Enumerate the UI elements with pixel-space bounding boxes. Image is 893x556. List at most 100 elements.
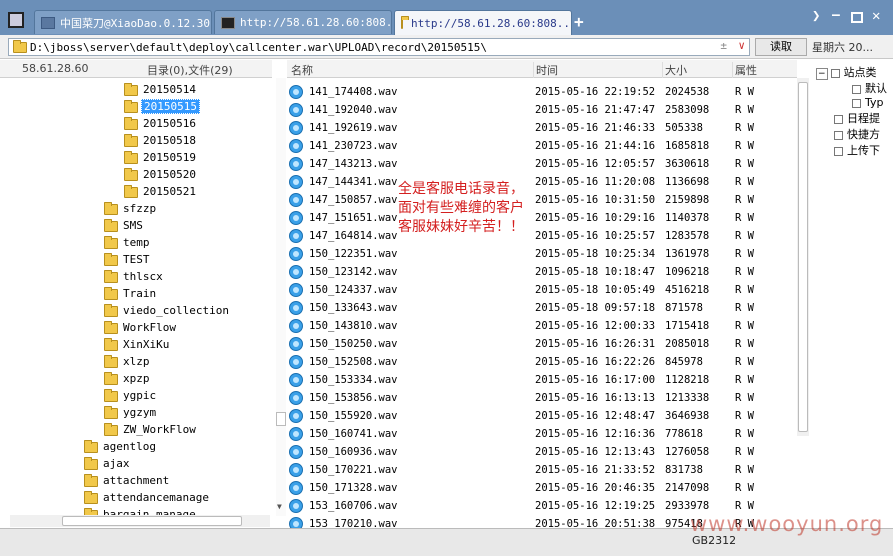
tree-item-label: SMS: [123, 219, 143, 232]
file-row[interactable]: 150_153856.wav 2015-05-16 16:13:13 1213338…: [287, 389, 797, 407]
minimize-icon[interactable]: —: [832, 8, 840, 23]
tab-main[interactable]: 中国菜刀@XiaoDao.0.12.30: [34, 10, 212, 34]
file-attr: R W: [735, 356, 754, 368]
file-row[interactable]: 150_123142.wav 2015-05-18 10:18:47 1096218…: [287, 263, 797, 281]
schedule-item[interactable]: 日程提: [834, 110, 880, 126]
file-size: 505338: [665, 122, 703, 134]
file-list-header: 名称 时间 大小 属性: [287, 60, 797, 78]
file-list-scrollbar[interactable]: [797, 78, 809, 436]
tree-item[interactable]: ygzym: [104, 404, 158, 421]
tree-item[interactable]: SMS: [104, 217, 145, 234]
upload-icon: [834, 146, 843, 156]
upload-item[interactable]: 上传下: [834, 142, 880, 158]
file-row[interactable]: 150_160936.wav 2015-05-16 12:13:43 1276058…: [287, 443, 797, 461]
annotation-line: 客服妹妹好辛苦！！: [398, 219, 524, 235]
file-time: 2015-05-18 09:57:18: [535, 302, 656, 314]
tree-item[interactable]: attachment: [84, 472, 171, 489]
wav-file-icon: [289, 265, 303, 279]
tab-terminal[interactable]: http://58.61.28.60:808...: [214, 10, 392, 34]
tree-scroll-thumb[interactable]: [276, 412, 286, 426]
hscroll-thumb[interactable]: [62, 516, 242, 526]
tree-item[interactable]: 20150516: [124, 115, 198, 132]
tree-item[interactable]: xlzp: [104, 353, 152, 370]
file-row[interactable]: 150_133643.wav 2015-05-18 09:57:18 871578 R…: [287, 299, 797, 317]
checkbox-icon[interactable]: [830, 68, 840, 78]
tree-item-label: ygpic: [123, 389, 157, 402]
tree-item[interactable]: thlscx: [104, 268, 165, 285]
folder-icon: [104, 235, 118, 249]
wav-file-icon: [289, 247, 303, 261]
file-row[interactable]: 141_192040.wav 2015-05-16 21:47:47 2583098…: [287, 101, 797, 119]
path-input[interactable]: D:\jboss\server\default\deploy\callcente…: [8, 38, 750, 56]
tree-item[interactable]: viedo_collection: [104, 302, 231, 319]
tree-item[interactable]: WorkFlow: [104, 319, 178, 336]
tab-filemanager[interactable]: http://58.61.28.60:808...: [394, 10, 572, 35]
file-row[interactable]: 150_152508.wav 2015-05-16 16:22:26 845978 R…: [287, 353, 797, 371]
tree-item[interactable]: Train: [104, 285, 158, 302]
file-row[interactable]: 150_155920.wav 2015-05-16 12:48:47 3646938…: [287, 407, 797, 425]
tree-item[interactable]: xpzp: [104, 370, 152, 387]
chevron-right-icon[interactable]: ❯: [812, 8, 820, 24]
address-bar: D:\jboss\server\default\deploy\callcente…: [0, 35, 893, 59]
folder-icon: [104, 269, 118, 283]
scroll-thumb[interactable]: [798, 82, 808, 432]
tree-item[interactable]: 20150518: [124, 132, 198, 149]
tree-item[interactable]: TEST: [104, 251, 152, 268]
tree-scrollbar[interactable]: ▼: [276, 78, 286, 516]
scroll-down-icon[interactable]: ▼: [277, 502, 282, 511]
tree-item[interactable]: ajax: [84, 455, 132, 472]
file-row[interactable]: 150_143810.wav 2015-05-16 12:00:33 1715418…: [287, 317, 797, 335]
chevron-down-icon[interactable]: ∨: [738, 39, 745, 52]
file-row[interactable]: 150_170221.wav 2015-05-16 21:33:52 831738 R…: [287, 461, 797, 479]
file-row[interactable]: 150_124337.wav 2015-05-18 10:05:49 4516218…: [287, 281, 797, 299]
file-row[interactable]: 150_122351.wav 2015-05-18 10:25:34 1361978…: [287, 245, 797, 263]
file-attr: R W: [735, 194, 754, 206]
maximize-icon[interactable]: [851, 12, 863, 23]
folder-icon: [124, 150, 138, 164]
column-size[interactable]: 大小: [662, 62, 687, 78]
file-row[interactable]: 150_171328.wav 2015-05-16 20:46:35 2147098…: [287, 479, 797, 497]
tree-item[interactable]: sfzzp: [104, 200, 158, 217]
file-row[interactable]: 150_160741.wav 2015-05-16 12:16:36 778618 R…: [287, 425, 797, 443]
tree-item[interactable]: 20150520: [124, 166, 198, 183]
folder-icon: [104, 337, 118, 351]
column-attr[interactable]: 属性: [732, 62, 757, 78]
tree-item[interactable]: ygpic: [104, 387, 158, 404]
file-time: 2015-05-16 11:20:08: [535, 176, 656, 188]
tree-item[interactable]: agentlog: [84, 438, 158, 455]
file-row[interactable]: 141_192619.wav 2015-05-16 21:46:33 505338 R…: [287, 119, 797, 137]
tree-item[interactable]: temp: [104, 234, 152, 251]
default-item[interactable]: 默认: [852, 80, 887, 96]
path-text: D:\jboss\server\default\deploy\callcente…: [30, 40, 487, 54]
tree-item[interactable]: 20150521: [124, 183, 198, 200]
file-attr: R W: [735, 104, 754, 116]
tree-item-label: attendancemanage: [103, 491, 209, 504]
shortcut-item[interactable]: 快捷方: [834, 126, 880, 142]
updown-icon[interactable]: ±: [720, 39, 727, 52]
file-size: 1140378: [665, 212, 710, 224]
column-time[interactable]: 时间: [533, 62, 558, 78]
close-icon[interactable]: ✕: [872, 8, 880, 24]
file-row[interactable]: 150_153334.wav 2015-05-16 16:17:00 1128218…: [287, 371, 797, 389]
app-menu-icon[interactable]: [8, 12, 24, 28]
file-row[interactable]: 150_150250.wav 2015-05-16 16:26:31 2085018…: [287, 335, 797, 353]
tree-item[interactable]: 20150514: [124, 81, 198, 98]
file-row[interactable]: 141_174408.wav 2015-05-16 22:19:52 2024538…: [287, 83, 797, 101]
panel-item-label: 站点类: [843, 66, 877, 79]
tree-item[interactable]: 20150515: [124, 98, 200, 115]
file-list: 141_174408.wav 2015-05-16 22:19:52 2024538…: [287, 78, 797, 528]
file-size: 831738: [665, 464, 703, 476]
collapse-icon[interactable]: −: [816, 68, 828, 80]
site-category-item[interactable]: − 站点类: [816, 64, 877, 80]
type-item[interactable]: Typ: [852, 96, 884, 109]
read-button[interactable]: 读取: [755, 38, 807, 56]
file-row[interactable]: 147_143213.wav 2015-05-16 12:05:57 3630618…: [287, 155, 797, 173]
tree-item[interactable]: XinXiKu: [104, 336, 171, 353]
tree-item[interactable]: attendancemanage: [84, 489, 211, 506]
tree-item[interactable]: 20150519: [124, 149, 198, 166]
tree-horizontal-scrollbar[interactable]: [10, 515, 270, 527]
tree-item[interactable]: ZW_WorkFlow: [104, 421, 198, 438]
column-name[interactable]: 名称: [291, 62, 313, 78]
file-row[interactable]: 141_230723.wav 2015-05-16 21:44:16 1685818…: [287, 137, 797, 155]
new-tab-icon[interactable]: +: [574, 12, 584, 31]
